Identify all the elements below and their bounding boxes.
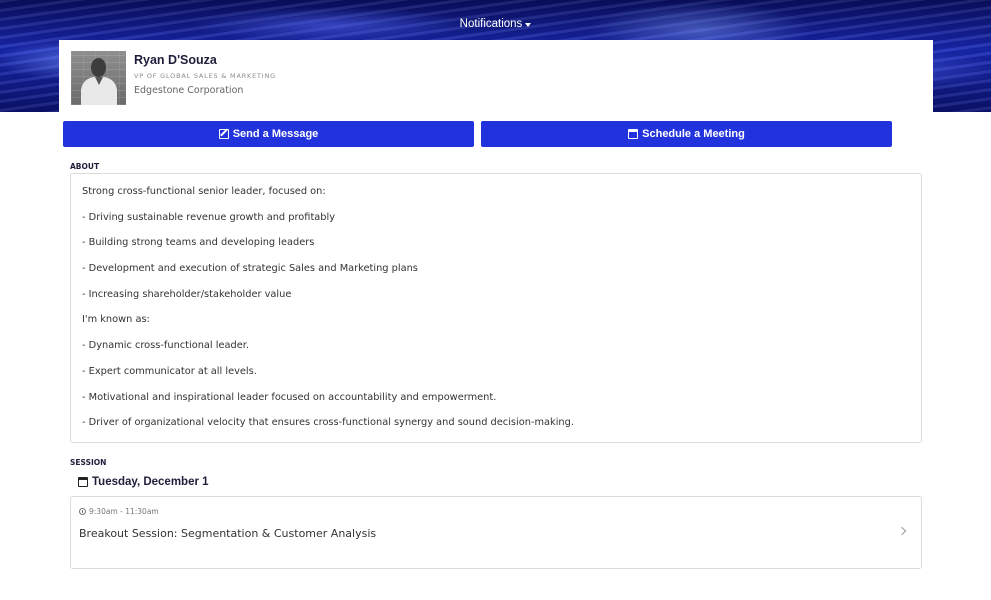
- about-line: - Expert communicator at all levels.: [82, 365, 257, 377]
- session-date-text: Tuesday, December 1: [92, 476, 209, 488]
- about-line: - Development and execution of strategic…: [82, 263, 418, 275]
- calendar-icon: [78, 477, 88, 487]
- profile-company: Edgestone Corporation: [134, 85, 244, 96]
- send-message-button[interactable]: Send a Message: [63, 121, 474, 147]
- about-line: - Dynamic cross-functional leader.: [82, 340, 250, 352]
- session-time: 9:30am - 11:30am: [79, 507, 159, 516]
- about-line: - Driving sustainable revenue growth and…: [82, 211, 336, 223]
- chevron-right-icon[interactable]: [897, 526, 907, 536]
- avatar: [71, 51, 126, 105]
- about-box: Strong cross-functional senior leader, f…: [70, 173, 922, 443]
- edit-icon: [218, 129, 229, 139]
- schedule-meeting-label: Schedule a Meeting: [642, 128, 745, 140]
- clock-icon: [79, 508, 86, 515]
- about-line: - Motivational and inspirational leader …: [82, 391, 497, 403]
- session-time-text: 9:30am - 11:30am: [89, 507, 159, 516]
- session-heading: SESSION: [70, 458, 107, 467]
- send-message-label: Send a Message: [232, 128, 319, 140]
- schedule-meeting-button[interactable]: Schedule a Meeting: [481, 121, 892, 147]
- about-line: - Driver of organizational velocity that…: [82, 417, 574, 429]
- profile-title: VP OF GLOBAL SALES & MARKETING: [134, 72, 276, 80]
- calendar-icon: [628, 129, 639, 139]
- top-nav: Notifications: [0, 12, 991, 31]
- about-line: Strong cross-functional senior leader, f…: [82, 186, 326, 197]
- session-item[interactable]: 9:30am - 11:30am Breakout Session: Segme…: [70, 496, 922, 569]
- profile-card: Ryan D'Souza VP OF GLOBAL SALES & MARKET…: [59, 40, 933, 112]
- profile-name: Ryan D'Souza: [134, 53, 217, 67]
- about-line: - Increasing shareholder/stakeholder val…: [82, 288, 292, 300]
- caret-down-icon: [525, 22, 532, 27]
- about-line: I'm known as:: [82, 314, 150, 326]
- session-title: Breakout Session: Segmentation & Custome…: [79, 527, 377, 540]
- notifications-dropdown[interactable]: Notifications: [460, 18, 532, 30]
- notifications-label: Notifications: [459, 18, 523, 30]
- about-heading: ABOUT: [70, 162, 100, 171]
- session-date: Tuesday, December 1: [78, 476, 209, 488]
- about-line: - Building strong teams and developing l…: [82, 237, 315, 249]
